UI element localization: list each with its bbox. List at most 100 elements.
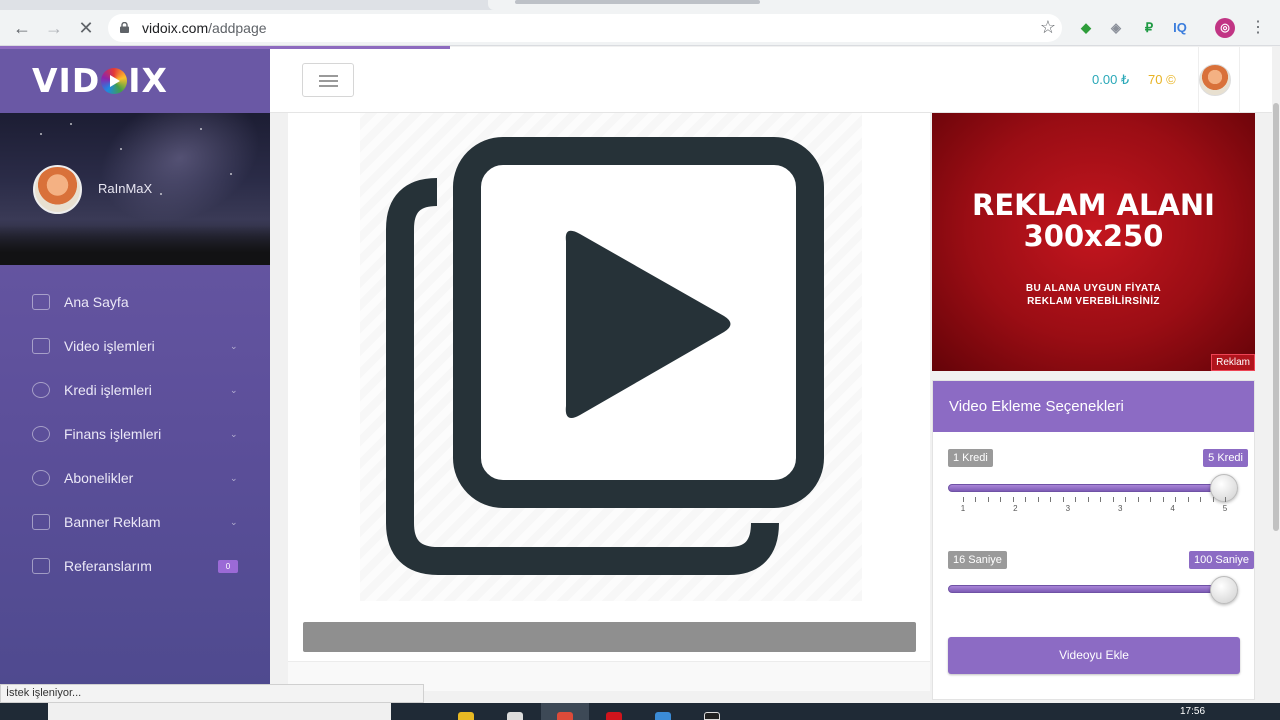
users-icon xyxy=(32,558,50,574)
video-thumbnail-placeholder[interactable] xyxy=(360,113,862,601)
slider-tick xyxy=(1087,497,1089,502)
instagram-extension-icon[interactable]: ◎ xyxy=(1215,18,1235,38)
chevron-down-icon: ⌄ xyxy=(230,428,238,439)
forward-icon[interactable]: → xyxy=(44,18,64,38)
file-explorer-icon[interactable] xyxy=(458,712,474,720)
ad-title-line: REKLAM ALANI xyxy=(972,188,1215,222)
browser-toolbar: ← → ✕ vidoix.com/addpage ☆ ◆ ◈ ₽ IQ ◎ ⋮ xyxy=(0,10,1280,46)
slider-tick xyxy=(1175,497,1177,502)
sidebar-item-label: Referanslarım xyxy=(64,558,152,574)
dollar-icon xyxy=(32,426,50,442)
tab-title-blurred xyxy=(515,0,760,4)
slider-tick-label: 3 xyxy=(1117,504,1123,513)
top-header: 0.00 ₺ 70 © xyxy=(270,47,1272,113)
lock-icon xyxy=(120,22,129,33)
credit-min-label: 1 Kredi xyxy=(948,449,993,467)
ad-label: Reklam xyxy=(1211,354,1255,371)
chevron-down-icon: ⌄ xyxy=(230,472,238,483)
ad-subtitle: BU ALANA UYGUN FİYATA REKLAM VEREBİLİRSİN… xyxy=(932,282,1255,308)
play-logo-icon xyxy=(101,68,128,94)
logo-bar: VID IX xyxy=(0,47,270,113)
slider-tick-label: 3 xyxy=(1065,504,1071,513)
slider-tick xyxy=(963,497,964,502)
iq-extension-icon[interactable]: IQ xyxy=(1170,18,1190,38)
sidebar-item-video[interactable]: Video işlemleri ⌄ xyxy=(0,324,270,368)
firefox-icon[interactable] xyxy=(655,712,671,720)
slider-tick xyxy=(1025,497,1027,502)
sidebar-item-referanslar[interactable]: Referanslarım 0 xyxy=(0,544,270,588)
slider-tick xyxy=(1112,497,1114,502)
referral-count-badge: 0 xyxy=(218,559,238,573)
chrome-icon xyxy=(557,712,573,720)
slider-tick xyxy=(1000,497,1002,502)
page-scrollbar[interactable] xyxy=(1272,47,1280,684)
slider-tick xyxy=(1100,497,1102,502)
megaphone-icon xyxy=(32,514,50,530)
privacy-extension-icon[interactable]: ◈ xyxy=(1106,18,1126,38)
chevron-down-icon: ⌄ xyxy=(230,340,238,351)
credit-slider-track[interactable] xyxy=(948,484,1224,492)
url-host: vidoix.com xyxy=(142,20,209,36)
options-title: Video Ekleme Seçenekleri xyxy=(933,381,1254,432)
store-icon[interactable] xyxy=(507,712,523,720)
avatar[interactable] xyxy=(33,165,82,214)
slider-tick xyxy=(975,497,977,502)
sidebar-item-label: Abonelikler xyxy=(64,470,134,486)
header-divider xyxy=(1239,47,1240,113)
sidebar-item-label: Finans işlemleri xyxy=(64,426,162,442)
browser-menu-icon[interactable]: ⋮ xyxy=(1250,18,1266,38)
vidoix-logo[interactable]: VID IX xyxy=(32,61,168,100)
sidebar-item-banner[interactable]: Banner Reklam ⌄ xyxy=(0,500,270,544)
seconds-max-label: 100 Saniye xyxy=(1188,551,1254,569)
sidebar-item-ana-sayfa[interactable]: Ana Sayfa xyxy=(0,280,270,324)
username: RaInMaX xyxy=(98,181,153,196)
ad-title-line: 300x250 xyxy=(1023,219,1164,253)
video-library-icon xyxy=(386,137,824,575)
user-avatar[interactable] xyxy=(1199,64,1231,96)
back-icon[interactable]: ← xyxy=(12,18,32,38)
credit-max-label: 5 Kredi xyxy=(1203,449,1248,467)
page-load-progress xyxy=(0,46,450,49)
advertisement-banner[interactable]: REKLAM ALANI 300x250 BU ALANA UYGUN FİYAT… xyxy=(932,113,1255,371)
stop-loading-icon[interactable]: ✕ xyxy=(76,18,96,38)
currency-extension-icon[interactable]: ₽ xyxy=(1139,18,1159,38)
credits-display[interactable]: 70 © xyxy=(1148,72,1176,87)
sidebar-item-kredi[interactable]: Kredi işlemleri ⌄ xyxy=(0,368,270,412)
slider-tick xyxy=(1212,497,1214,502)
browser-status-bar: İstek işleniyor... xyxy=(0,684,424,703)
user-icon xyxy=(32,470,50,486)
shield-extension-icon[interactable]: ◆ xyxy=(1076,18,1096,38)
slider-tick xyxy=(1050,497,1052,502)
slider-tick-label: 5 xyxy=(1222,504,1228,513)
sidebar-item-finans[interactable]: Finans işlemleri ⌄ xyxy=(0,412,270,456)
slider-tick-label: 1 xyxy=(960,504,966,513)
scrollbar-thumb[interactable] xyxy=(1273,103,1279,531)
seconds-slider-track[interactable] xyxy=(948,585,1224,593)
url-path: /addpage xyxy=(208,20,267,36)
video-preview-panel xyxy=(288,113,930,691)
app-icon[interactable] xyxy=(704,712,720,720)
slider-tick xyxy=(1062,497,1064,502)
upload-progress-bar xyxy=(303,622,916,652)
sidebar-item-abonelikler[interactable]: Abonelikler ⌄ xyxy=(0,456,270,500)
opera-icon[interactable] xyxy=(606,712,622,720)
sidebar-nav: Ana Sayfa Video işlemleri ⌄ Kredi işlemle… xyxy=(0,280,270,588)
home-icon xyxy=(32,294,50,310)
sidebar-item-label: Video işlemleri xyxy=(64,338,155,354)
address-bar[interactable]: vidoix.com/addpage ☆ xyxy=(108,14,1062,42)
balance-display[interactable]: 0.00 ₺ xyxy=(1092,72,1129,88)
seconds-slider-handle[interactable] xyxy=(1210,576,1238,604)
video-icon xyxy=(32,338,50,354)
ad-subtitle-line: REKLAM VEREBİLİRSİNİZ xyxy=(1027,296,1160,307)
taskbar-search-box[interactable] xyxy=(48,703,391,720)
seconds-min-label: 16 Saniye xyxy=(948,551,1007,569)
credit-slider-ticks: 1 2 3 3 4 5 xyxy=(960,497,1228,513)
sidebar-item-label: Kredi işlemleri xyxy=(64,382,152,398)
url-text: vidoix.com/addpage xyxy=(142,20,267,36)
slider-tick xyxy=(1137,497,1139,502)
add-video-button[interactable]: Videoyu Ekle xyxy=(948,637,1240,674)
bookmark-star-icon[interactable]: ☆ xyxy=(1040,17,1056,38)
slider-tick xyxy=(987,497,989,502)
chevron-down-icon: ⌄ xyxy=(230,516,238,527)
hamburger-menu-button[interactable] xyxy=(302,63,354,97)
